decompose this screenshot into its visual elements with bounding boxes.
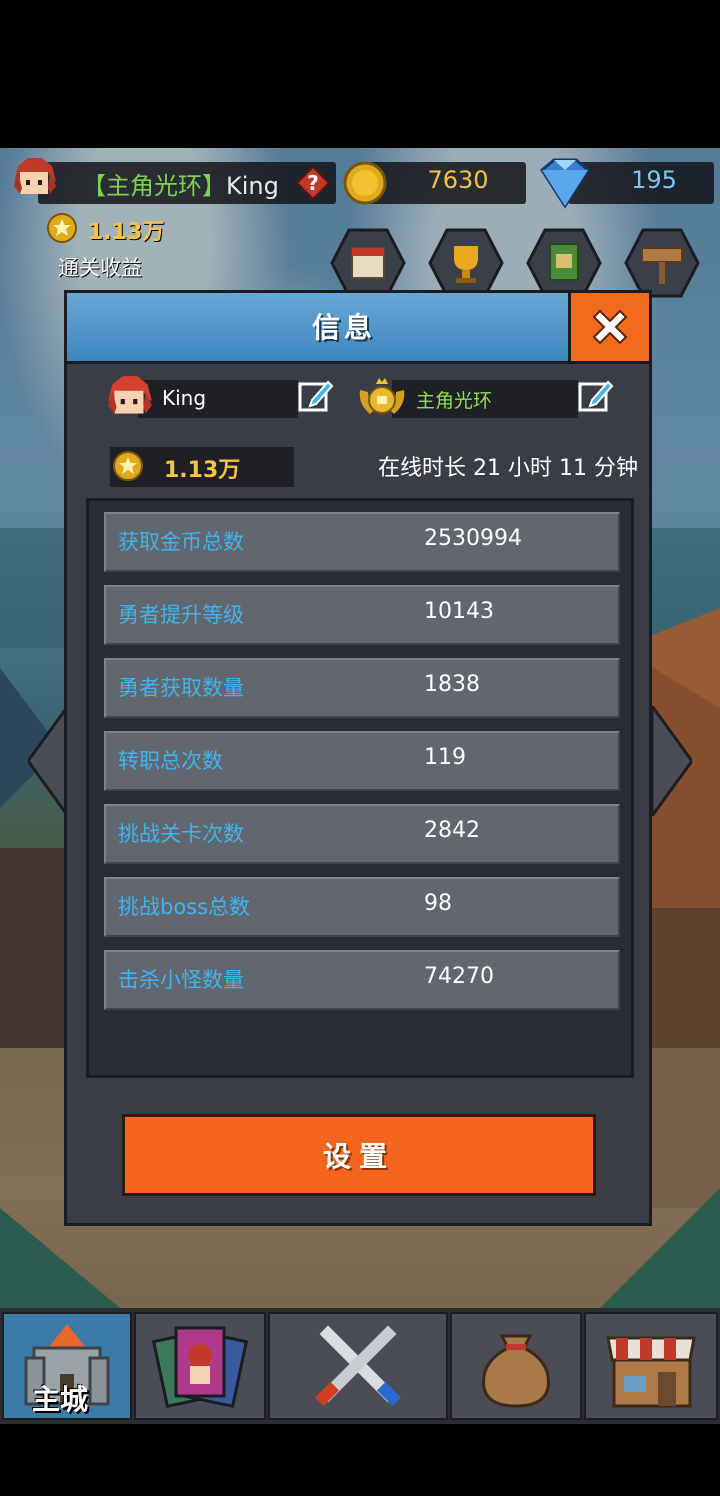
stat-value: 2842	[424, 818, 480, 843]
gold-coin-icon	[343, 161, 387, 205]
stat-label: 勇者获取数量	[118, 676, 244, 700]
screen: 【主角光环】King ? 7630 195 1.13万 通关收益 信息 King…	[0, 0, 720, 1496]
stat-value: 98	[424, 891, 452, 916]
stat-label: 勇者提升等级	[118, 603, 244, 627]
stat-value: 74270	[424, 964, 494, 989]
calendar-icon[interactable]	[330, 228, 406, 298]
stat-row: 勇者提升等级 10143	[104, 585, 620, 645]
modal-title: 信息	[311, 311, 376, 344]
income-value: 1.13万	[88, 220, 165, 245]
online-time: 在线时长 21 小时 11 分钟	[378, 456, 638, 481]
stat-row: 击杀小怪数量 74270	[104, 950, 620, 1010]
diamond-gem-icon	[540, 158, 590, 209]
hud-name-value: King	[226, 172, 279, 200]
left-arrow-icon[interactable]	[28, 706, 68, 816]
stat-value: 119	[424, 745, 466, 770]
stat-value: 2530994	[424, 526, 522, 551]
book-icon[interactable]	[526, 228, 602, 298]
hud-player-name: 【主角光环】King	[82, 166, 279, 201]
edit-name-icon[interactable]	[298, 378, 334, 414]
stat-row: 转职总次数 119	[104, 731, 620, 791]
player-name: King	[162, 386, 207, 410]
settings-button[interactable]: 设置	[122, 1114, 596, 1196]
close-icon	[592, 309, 628, 345]
hud-title-prefix: 【主角光环】	[82, 172, 226, 200]
svg-text:?: ?	[307, 171, 319, 195]
stat-row: 勇者获取数量 1838	[104, 658, 620, 718]
player-avatar	[108, 376, 152, 414]
income-coin-icon	[47, 213, 77, 243]
coin-star-icon	[113, 451, 143, 481]
player-title: 主角光环	[416, 390, 493, 412]
stat-value: 10143	[424, 599, 494, 624]
nav-hero-cards[interactable]	[134, 1312, 266, 1420]
stat-value: 1838	[424, 672, 480, 697]
stat-label: 挑战关卡次数	[118, 822, 244, 846]
help-icon[interactable]: ?	[296, 166, 330, 200]
stat-row: 获取金币总数 2530994	[104, 512, 620, 572]
trophy-icon[interactable]	[428, 228, 504, 298]
gold-amount: 7630	[427, 166, 489, 194]
title-badge-icon	[359, 378, 405, 414]
right-arrow-icon[interactable]	[652, 706, 692, 816]
hero-cards-icon	[151, 1326, 249, 1409]
stat-label: 转职总次数	[118, 749, 223, 773]
nav-main-city-label: 主城	[32, 1383, 89, 1416]
nav-shop[interactable]	[584, 1312, 718, 1420]
stat-row: 挑战关卡次数 2842	[104, 804, 620, 864]
stat-label: 挑战boss总数	[118, 895, 251, 919]
coin-balance: 1.13万	[164, 458, 241, 483]
nav-loot-bag[interactable]	[450, 1312, 582, 1420]
income-label: 通关收益	[58, 256, 142, 280]
nav-battle[interactable]	[268, 1312, 448, 1420]
gem-amount: 195	[631, 166, 677, 194]
player-avatar-icon[interactable]	[8, 154, 60, 206]
shop-icon	[606, 1336, 696, 1408]
signpost-icon[interactable]	[624, 228, 700, 298]
crossed-swords-icon	[314, 1325, 402, 1407]
edit-title-icon[interactable]	[578, 378, 614, 414]
stat-label: 获取金币总数	[118, 530, 244, 554]
close-button[interactable]	[568, 290, 652, 364]
loot-bag-icon	[482, 1334, 550, 1408]
stat-row: 挑战boss总数 98	[104, 877, 620, 937]
stat-label: 击杀小怪数量	[118, 968, 244, 992]
